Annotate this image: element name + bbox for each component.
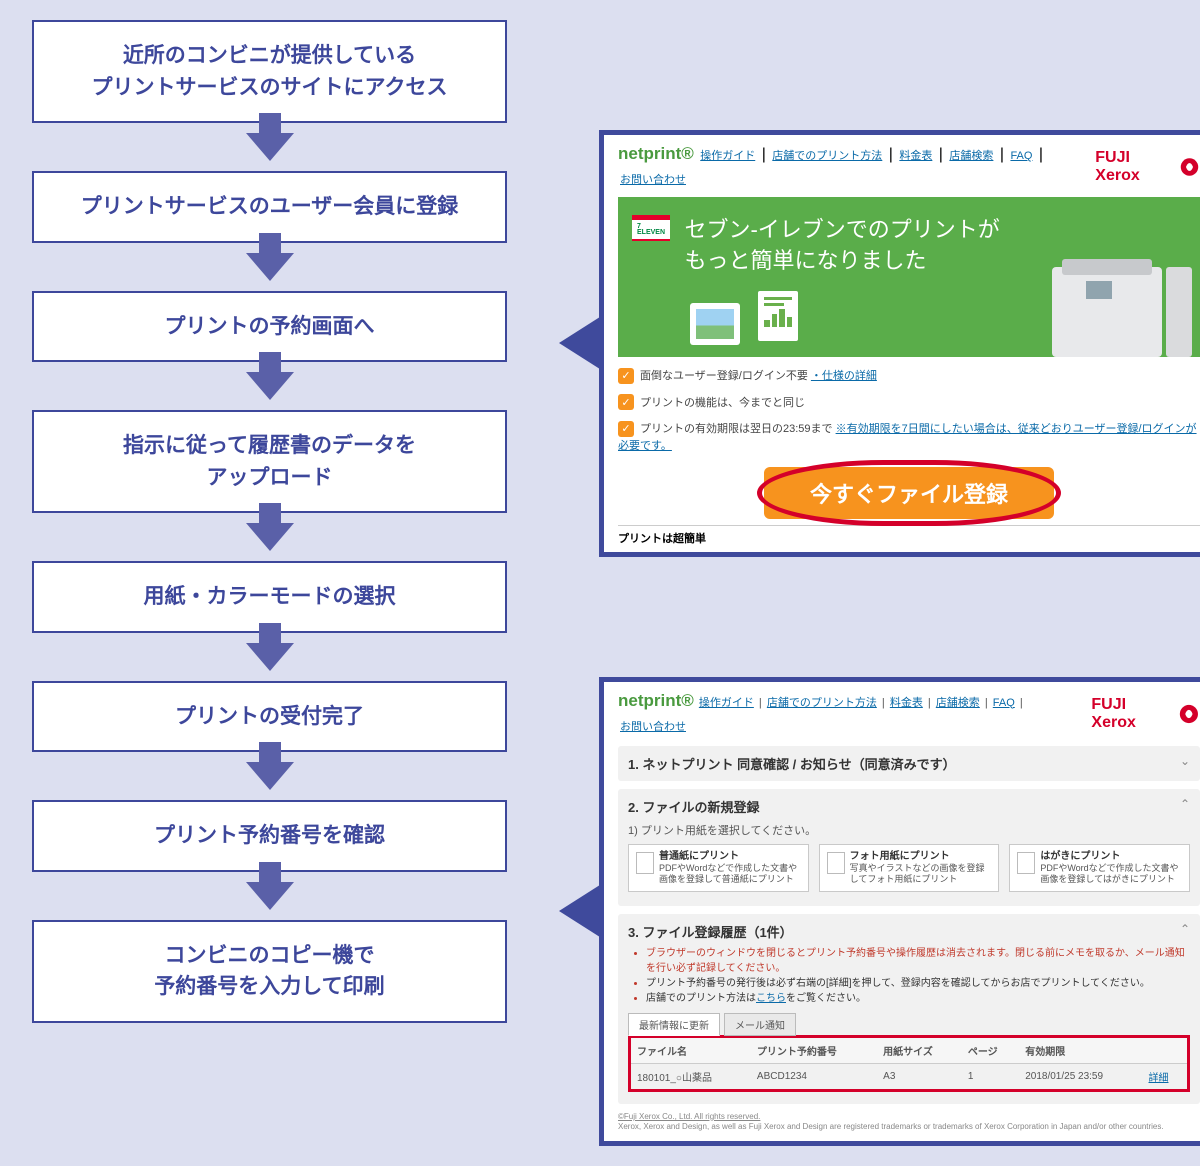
table-cell: A3 [877, 1063, 962, 1090]
hero-banner: 7ELEVEN セブン‐イレブンでのプリントがもっと簡単になりました [618, 197, 1200, 357]
list-item: 店舗でのプリント方法はこちらをご覧ください。 [646, 991, 1190, 1006]
list-item: ブラウザーのウィンドウを閉じるとプリント予約番号や操作履歴は消去されます。閉じる… [646, 946, 1190, 976]
check-icon: ✓ [618, 421, 634, 437]
nav-link[interactable]: 操作ガイド [699, 694, 754, 710]
pointer-left-icon [559, 315, 603, 371]
detail-link[interactable]: 詳細 [1149, 1073, 1169, 1084]
register-file-button[interactable]: 今すぐファイル登録 [764, 467, 1054, 519]
arrow-down-icon [246, 253, 294, 281]
check-icon: ✓ [618, 368, 634, 384]
screenshot-netprint-top: netprint® 操作ガイド | 店舗でのプリント方法 | 料金表 | 店舗検… [599, 130, 1200, 557]
document-chart-icon [758, 291, 798, 341]
chevron-down-icon[interactable]: ⌄ [1180, 754, 1190, 768]
footer-text: プリントは超簡単 [618, 525, 1200, 546]
netprint-logo: netprint® [618, 691, 694, 710]
nav-link[interactable]: お問い合わせ [620, 718, 686, 734]
nav-link[interactable]: 操作ガイド [700, 147, 755, 163]
step-8: コンビニのコピー機で予約番号を入力して印刷 [32, 920, 507, 1023]
section-new-file: 2. ファイルの新規登録⌃ 1) プリント用紙を選択してください。 普通紙にプリ… [618, 789, 1200, 906]
table-header: ファイル名 [630, 1036, 751, 1063]
fujixerox-logo: FUJI Xerox [1091, 696, 1200, 732]
file-history-table: ファイル名プリント予約番号用紙サイズページ有効期限 180101_○山薬品ABC… [628, 1035, 1190, 1092]
arrow-down-icon [246, 762, 294, 790]
arrow-down-icon [246, 882, 294, 910]
section-consent: 1. ネットプリント 同意確認 / お知らせ（同意済みです）⌄ [618, 746, 1200, 781]
inline-link[interactable]: こちら [756, 993, 786, 1004]
flow-column: 近所のコンビニが提供しているプリントサービスのサイトにアクセス プリントサービス… [32, 20, 507, 1023]
check-icon: ✓ [618, 394, 634, 410]
arrow-down-icon [246, 643, 294, 671]
step-4: 指示に従って履歴書のデータをアップロード [32, 410, 507, 513]
nav-link[interactable]: FAQ [993, 697, 1015, 709]
photo-icon [690, 303, 740, 345]
section-file-history: 3. ファイル登録履歴（1件）⌃ ブラウザーのウィンドウを閉じるとプリント予約番… [618, 914, 1200, 1104]
nav-link[interactable]: 料金表 [890, 694, 923, 710]
table-header: 有効期限 [1019, 1036, 1142, 1063]
table-row: 180101_○山薬品ABCD1234A312018/01/25 23:59 詳細 [630, 1063, 1189, 1090]
table-cell: 180101_○山薬品 [630, 1063, 751, 1090]
chevron-up-icon[interactable]: ⌃ [1180, 922, 1190, 936]
table-header: ページ [962, 1036, 1019, 1063]
pointer-left-icon [559, 883, 603, 939]
table-header: 用紙サイズ [877, 1036, 962, 1063]
inline-link[interactable]: ・仕様の詳細 [811, 370, 877, 382]
printer-illustration [1012, 237, 1192, 357]
tab-refresh[interactable]: 最新情報に更新 [628, 1013, 720, 1036]
seven-eleven-logo: 7ELEVEN [632, 215, 670, 241]
highlight-circle [757, 460, 1061, 526]
nav-link[interactable]: 店舗でのプリント方法 [772, 147, 882, 163]
table-header [1143, 1036, 1189, 1063]
tab-mail-notify[interactable]: メール通知 [724, 1013, 796, 1036]
table-header: プリント予約番号 [751, 1036, 877, 1063]
chevron-up-icon[interactable]: ⌃ [1180, 797, 1190, 811]
arrow-down-icon [246, 372, 294, 400]
nav-link[interactable]: 店舗でのプリント方法 [767, 694, 877, 710]
table-cell: 1 [962, 1063, 1019, 1090]
paper-option-button[interactable]: フォト用紙にプリント写真やイラストなどの画像を登録してフォト用紙にプリント [819, 844, 1000, 892]
arrow-down-icon [246, 133, 294, 161]
nav-link[interactable]: 店舗検索 [936, 694, 980, 710]
copyright: ©Fuji Xerox Co., Ltd. All rights reserve… [618, 1112, 1200, 1133]
check-row: ✓プリントの有効期限は翌日の23:59まで ※有効期限を7日間にしたい場合は、従… [618, 420, 1200, 453]
netprint-logo: netprint® [618, 144, 694, 163]
paper-option-button[interactable]: はがきにプリントPDFやWordなどで作成した文書や画像を登録してはがきにプリン… [1009, 844, 1190, 892]
table-cell: 2018/01/25 23:59 [1019, 1063, 1142, 1090]
nav-link[interactable]: 料金表 [899, 147, 932, 163]
inline-link[interactable]: ※有効期限を7日間にしたい場合は、従来どおりユーザー登録/ログインが必要です。 [618, 423, 1197, 452]
list-item: プリント予約番号の発行後は必ず右端の[詳細]を押して、登録内容を確認してからお店… [646, 976, 1190, 991]
screenshot-netprint-history: netprint® 操作ガイド | 店舗でのプリント方法 | 料金表 | 店舗検… [599, 677, 1200, 1146]
paper-option-button[interactable]: 普通紙にプリントPDFやWordなどで作成した文書や画像を登録して普通紙にプリン… [628, 844, 809, 892]
nav-link[interactable]: FAQ [1010, 150, 1032, 162]
table-cell: ABCD1234 [751, 1063, 877, 1090]
nav-link[interactable]: お問い合わせ [620, 171, 686, 187]
arrow-down-icon [246, 523, 294, 551]
check-row: ✓プリントの機能は、今までと同じ [618, 394, 1200, 411]
nav-link[interactable]: 店舗検索 [949, 147, 993, 163]
step-1: 近所のコンビニが提供しているプリントサービスのサイトにアクセス [32, 20, 507, 123]
fujixerox-logo: FUJI Xerox [1095, 149, 1200, 185]
check-row: ✓面倒なユーザー登録/ログイン不要 ・仕様の詳細 [618, 367, 1200, 384]
